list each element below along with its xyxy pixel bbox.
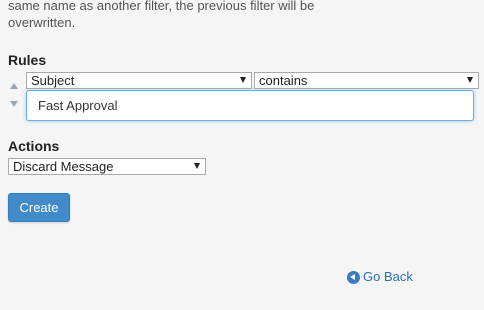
rule-operator-value: contains bbox=[259, 73, 308, 88]
action-select-value: Discard Message bbox=[13, 159, 114, 174]
rule-value-text: Fast Approval bbox=[38, 98, 118, 113]
action-select[interactable]: Discard Message bbox=[8, 158, 206, 175]
actions-heading: Actions bbox=[8, 138, 60, 154]
rule-value-input[interactable]: Fast Approval bbox=[26, 90, 474, 121]
move-rule-up-icon[interactable] bbox=[10, 83, 18, 89]
chevron-down-icon bbox=[194, 163, 200, 169]
filter-description: same name as another filter, the previou… bbox=[8, 0, 428, 31]
go-back-link[interactable]: Go Back bbox=[347, 269, 413, 285]
rules-heading: Rules bbox=[8, 52, 47, 68]
description-line-1: same name as another filter, the previou… bbox=[8, 0, 315, 13]
create-button[interactable]: Create bbox=[8, 193, 70, 222]
circle-arrow-left-icon bbox=[347, 270, 360, 284]
rule-field-select[interactable]: Subject bbox=[26, 72, 252, 89]
rule-operator-select[interactable]: contains bbox=[254, 72, 479, 89]
chevron-down-icon bbox=[467, 77, 473, 83]
rule-field-value: Subject bbox=[31, 73, 75, 88]
go-back-label: Go Back bbox=[363, 269, 413, 284]
description-line-2: overwritten. bbox=[8, 15, 76, 30]
move-rule-down-icon[interactable] bbox=[10, 101, 18, 107]
chevron-down-icon bbox=[240, 77, 246, 83]
